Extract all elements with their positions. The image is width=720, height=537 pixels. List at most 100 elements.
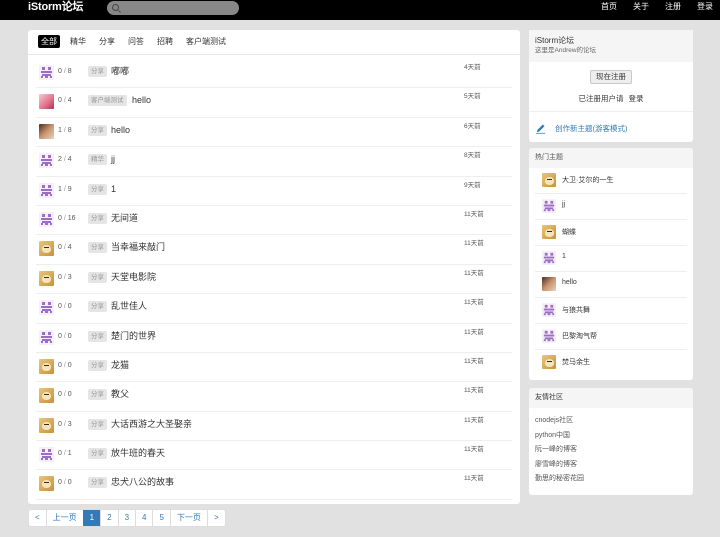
topic-title-link[interactable]: hello <box>132 94 151 107</box>
topic-title-link[interactable]: 放牛班的春天 <box>111 447 165 460</box>
topic-time: 11天前 <box>464 475 484 483</box>
avatar[interactable] <box>39 476 54 492</box>
pencil-icon <box>535 123 546 134</box>
avatar[interactable] <box>542 277 556 291</box>
tab-job[interactable]: 招聘 <box>154 35 176 48</box>
create-topic-link[interactable]: 创作新主题(游客模式) <box>555 123 628 134</box>
hot-topic-link[interactable]: 蝴蝶 <box>562 227 576 237</box>
tab-client-test[interactable]: 客户端测试 <box>183 35 229 48</box>
page-first-link[interactable]: < <box>29 510 46 526</box>
login-link[interactable]: 登录 <box>629 94 644 103</box>
avatar[interactable] <box>39 123 54 139</box>
avatar[interactable] <box>542 355 556 369</box>
topic-row: 0 / 0 分享 楚门的世界 11天前 <box>36 324 512 353</box>
search-input[interactable] <box>122 1 234 15</box>
avatar[interactable] <box>542 173 556 187</box>
topic-tag: 分享 <box>88 66 107 77</box>
friend-link[interactable]: cnodejs社区 <box>535 414 687 429</box>
register-button[interactable]: 现在注册 <box>590 70 632 84</box>
page-5-link[interactable]: 5 <box>152 510 169 526</box>
topic-row: 0 / 0 分享 乱世佳人 11天前 <box>36 294 512 324</box>
topic-time: 4天前 <box>464 64 481 71</box>
nav-link-login[interactable]: 登录 <box>697 0 713 14</box>
hot-topic-item: 与狼共舞 <box>535 298 687 324</box>
page-3-link[interactable]: 3 <box>117 510 135 526</box>
nav-link-register[interactable]: 注册 <box>665 0 681 14</box>
reply-view-count: 1 / 9 <box>58 185 84 194</box>
page-4-link[interactable]: 4 <box>135 510 152 526</box>
topic-title-link[interactable]: 天堂电影院 <box>111 271 156 284</box>
friend-link[interactable]: 阮一峰的博客 <box>535 443 687 458</box>
reply-view-count: 0 / 0 <box>58 332 84 341</box>
topic-title-link[interactable]: hello <box>111 124 130 137</box>
topic-tag: 分享 <box>88 389 107 401</box>
avatar[interactable] <box>542 251 556 265</box>
nav-link-home[interactable]: 首页 <box>601 0 617 14</box>
search-box[interactable] <box>107 1 239 15</box>
page-2-link[interactable]: 2 <box>100 510 117 526</box>
topic-title-link[interactable]: jj <box>111 153 115 166</box>
tab-ask[interactable]: 问答 <box>125 35 147 48</box>
hot-topic-link[interactable]: 与狼共舞 <box>562 305 590 315</box>
hot-topic-link[interactable]: 焚马余生 <box>562 357 590 367</box>
avatar[interactable] <box>39 358 54 374</box>
topic-title-link[interactable]: 无间道 <box>111 212 138 225</box>
topic-title-link[interactable]: 大话西游之大圣娶亲 <box>111 418 192 431</box>
avatar[interactable] <box>39 241 54 257</box>
topic-title-link[interactable]: 楚门的世界 <box>111 330 156 343</box>
reply-view-count: 0 / 8 <box>58 67 84 76</box>
avatar[interactable] <box>39 388 54 404</box>
topic-title-link[interactable]: 1 <box>111 183 116 196</box>
topic-title-link[interactable]: 乱世佳人 <box>111 300 147 313</box>
avatar[interactable] <box>542 303 556 317</box>
view-count: 8 <box>67 68 72 75</box>
topic-title-link[interactable]: 嘟嘟 <box>111 65 129 78</box>
friend-link[interactable]: python中国 <box>535 429 687 444</box>
nav-link-about[interactable]: 关于 <box>633 0 649 14</box>
topic-tag: 分享 <box>88 448 107 460</box>
avatar[interactable] <box>542 199 556 213</box>
avatar[interactable] <box>542 329 556 343</box>
topic-title-link[interactable]: 教父 <box>111 388 129 401</box>
nav-links: 首页 关于 注册 登录 <box>601 0 720 14</box>
avatar[interactable] <box>39 153 54 169</box>
hot-topic-link[interactable]: 1 <box>562 253 566 260</box>
login-prompt-text: 已注册用户请 <box>578 94 624 103</box>
hot-topic-link[interactable]: jj <box>562 201 565 208</box>
topic-title-link[interactable]: 当幸福来敲门 <box>111 241 165 254</box>
view-count: 1 <box>67 450 72 458</box>
brand-logo[interactable]: iStorm论坛 <box>28 0 83 14</box>
avatar[interactable] <box>39 417 54 433</box>
friend-link[interactable]: 廖雪峰的博客 <box>535 458 687 473</box>
avatar[interactable] <box>542 225 556 239</box>
topic-time: 11天前 <box>464 269 484 277</box>
tab-share[interactable]: 分享 <box>96 35 118 48</box>
tab-all[interactable]: 全部 <box>38 35 60 48</box>
topic-row: 0 / 3 分享 天堂电影院 11天前 <box>36 265 512 295</box>
friend-link[interactable]: 勤思的秘密花园 <box>535 472 687 487</box>
avatar[interactable] <box>39 182 54 198</box>
avatar[interactable] <box>39 270 54 286</box>
hot-topic-link[interactable]: 大卫·艾尔的一生 <box>562 175 613 185</box>
topic-time: 11天前 <box>464 210 484 218</box>
reply-view-count: 0 / 3 <box>58 273 84 282</box>
avatar[interactable] <box>39 329 54 345</box>
tab-good[interactable]: 精华 <box>67 35 89 48</box>
topic-time: 11天前 <box>464 299 484 307</box>
avatar[interactable] <box>39 65 54 80</box>
page-1-link[interactable]: 1 <box>82 510 101 526</box>
avatar[interactable] <box>39 447 54 463</box>
page-next-link[interactable]: 下一页 <box>169 510 207 526</box>
avatar[interactable] <box>39 94 54 110</box>
page-prev-link[interactable]: 上一页 <box>45 510 83 526</box>
page-last-link[interactable]: > <box>206 510 225 526</box>
avatar[interactable] <box>39 300 54 316</box>
topic-title-link[interactable]: 忠犬八公的故事 <box>111 476 174 489</box>
topic-row: 0 / 16 分享 无间道 11天前 <box>36 206 512 236</box>
hot-topic-link[interactable]: hello <box>562 279 577 286</box>
topic-title-link[interactable]: 龙猫 <box>111 359 129 372</box>
hot-topic-link[interactable]: 巴黎淘气帮 <box>562 331 597 341</box>
topic-time: 11天前 <box>464 387 484 395</box>
intro-header: iStorm论坛 这里是Andrew的论坛 <box>529 30 693 62</box>
avatar[interactable] <box>39 211 54 227</box>
